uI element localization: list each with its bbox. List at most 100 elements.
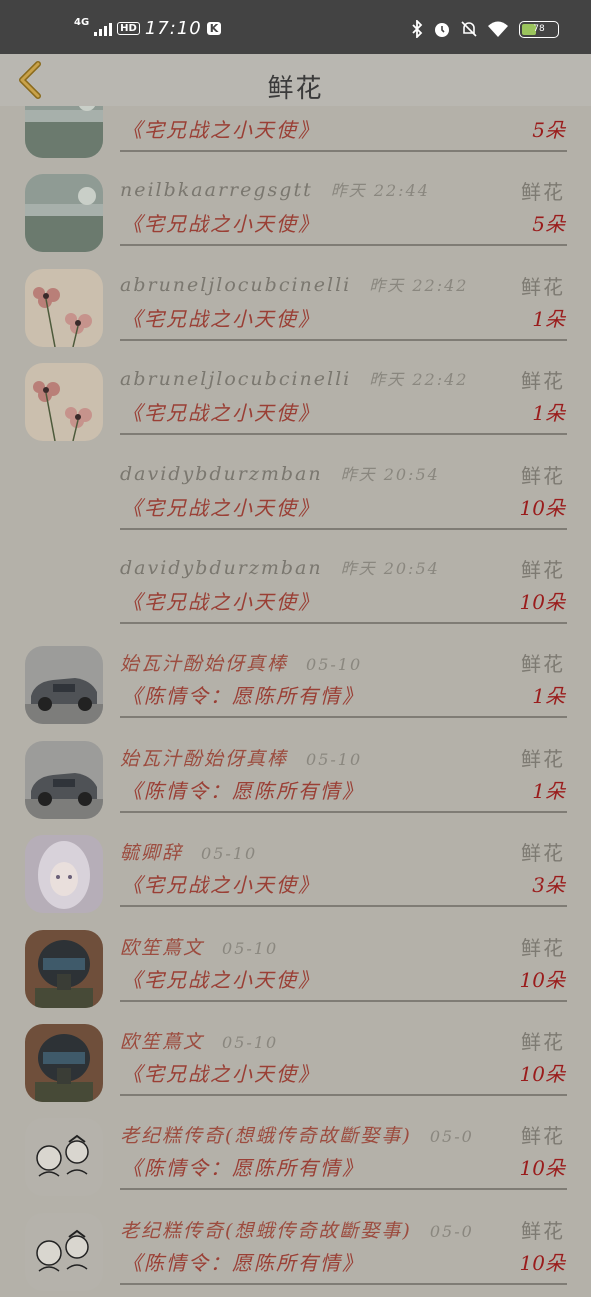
sender-name[interactable]: 欧笙蔦文 — [120, 1031, 204, 1053]
avatar[interactable] — [25, 835, 103, 913]
gift-type: 鲜花 — [521, 464, 565, 488]
sender-line: 老纪糕传奇(想蛾传奇故斷娶事) 05-0 — [120, 1121, 567, 1149]
sender-line: 始瓦汁酚始伢真棒 05-10 — [120, 744, 567, 772]
work-title-link[interactable]: 《宅兄战之小天使》 — [122, 869, 320, 898]
sender-name[interactable]: abruneljlocubcinelli — [120, 274, 351, 296]
gift-type: 鲜花 — [521, 936, 565, 960]
send-time: 05-10 — [306, 655, 363, 674]
send-time: 05-10 — [222, 1033, 279, 1052]
page-title: 鲜花 — [267, 74, 324, 104]
gift-count: 10朵 — [519, 496, 565, 520]
gift-count: 10朵 — [519, 1156, 565, 1180]
gift-count: 10朵 — [519, 1062, 565, 1086]
gift-type: 鲜花 — [521, 1124, 565, 1148]
row-divider — [120, 1283, 567, 1285]
wifi-icon — [488, 21, 508, 37]
avatar[interactable] — [25, 1213, 103, 1291]
avatar[interactable] — [25, 363, 103, 441]
sender-name[interactable]: davidybdurzmban — [120, 463, 323, 485]
gift-row[interactable]: 老纪糕传奇(想蛾传奇故斷娶事) 05-0 鲜花《陈情令：愿陈所有情》 10朵 — [0, 1108, 591, 1202]
sender-line: neilbkaarregsgtt 昨天 22:44 — [120, 177, 567, 205]
row-divider — [120, 150, 567, 152]
send-time: 昨天 22:42 — [369, 370, 469, 389]
gift-count: 5朵 — [532, 212, 565, 236]
sender-name[interactable]: 老纪糕传奇(想蛾传奇故斷娶事) — [120, 1220, 412, 1242]
work-title-link[interactable]: 《宅兄战之小天使》 — [122, 492, 320, 521]
gift-row[interactable]: davidybdurzmban 昨天 20:54 鲜花《宅兄战之小天使》 10朵 — [0, 542, 591, 636]
sender-name[interactable]: 老纪糕传奇(想蛾传奇故斷娶事) — [120, 1125, 412, 1147]
gift-count: 10朵 — [519, 590, 565, 614]
sender-line: 欧笙蔦文 05-10 — [120, 933, 567, 961]
send-time: 05-10 — [306, 750, 363, 769]
work-title-link[interactable]: 《陈情令：愿陈所有情》 — [122, 1247, 364, 1276]
work-title-link[interactable]: 《陈情令：愿陈所有情》 — [122, 775, 364, 804]
gift-row[interactable]: neilbkaarregsgtt 昨天 22:44 鲜花 《宅兄战之小天使》 5朵 — [0, 164, 591, 258]
work-title-link[interactable]: 《宅兄战之小天使》 — [122, 114, 320, 143]
alarm-icon — [435, 23, 449, 37]
status-left: 4G HD 17:10 K — [74, 17, 222, 39]
work-title-link[interactable]: 《宅兄战之小天使》 — [122, 964, 320, 993]
gift-row[interactable]: abruneljlocubcinelli 昨天 22:42 鲜花 《宅兄战之小天使》 1… — [0, 353, 591, 447]
sender-name[interactable]: 欧笙蔦文 — [120, 937, 204, 959]
sender-name[interactable]: 毓卿辞 — [120, 842, 183, 864]
avatar[interactable] — [25, 174, 103, 252]
avatar[interactable] — [25, 741, 103, 819]
gift-count: 3朵 — [532, 873, 565, 897]
work-title-link[interactable]: 《宅兄战之小天使》 — [122, 303, 320, 332]
bluetooth-icon — [412, 20, 423, 38]
gift-row[interactable]: 始瓦汁酚始伢真棒 05-10 鲜花 《陈情令：愿陈所有情》 1朵 — [0, 636, 591, 730]
gift-count: 1朵 — [532, 779, 565, 803]
sender-name[interactable]: abruneljlocubcinelli — [120, 368, 351, 390]
gift-count: 10朵 — [519, 1251, 565, 1275]
clock: 17:10 — [144, 18, 202, 39]
send-time: 昨天 22:42 — [369, 276, 469, 295]
gift-row[interactable]: 老纪糕传奇(想蛾传奇故斷娶事) 05-0 鲜花 《陈情令：愿陈所有情》 10朵 — [0, 1203, 591, 1297]
send-time: 昨天 22:44 — [330, 181, 430, 200]
gift-row[interactable]: 始瓦汁酚始伢真棒 05-10 鲜花《陈情令：愿陈所有情》 1朵 — [0, 731, 591, 825]
mute-bell-icon — [461, 21, 477, 37]
gift-count: 1朵 — [532, 307, 565, 331]
row-divider — [120, 1094, 567, 1096]
gift-row[interactable]: abruneljlocubcinelli 昨天 22:42 鲜花《宅兄战之小天使》 1… — [0, 259, 591, 353]
avatar[interactable] — [25, 646, 103, 724]
gift-row[interactable]: 欧笙蔦文 05-10 鲜花 《宅兄战之小天使》 10朵 — [0, 1014, 591, 1108]
gift-count: 1朵 — [532, 684, 565, 708]
gift-type: 鲜花 — [521, 747, 565, 771]
avatar[interactable] — [25, 1118, 103, 1196]
sender-line: 始瓦汁酚始伢真棒 05-10 — [120, 649, 567, 677]
work-title-link[interactable]: 《宅兄战之小天使》 — [122, 1058, 320, 1087]
sender-line: davidybdurzmban 昨天 20:54 — [120, 555, 567, 583]
work-title-link[interactable]: 《宅兄战之小天使》 — [122, 586, 320, 615]
sender-name[interactable]: neilbkaarregsgtt — [120, 179, 313, 201]
avatar[interactable] — [25, 930, 103, 1008]
gift-row[interactable]: 毓卿辞 05-10 鲜花 《宅兄战之小天使》 3朵 — [0, 825, 591, 919]
sender-line: abruneljlocubcinelli 昨天 22:42 — [120, 272, 567, 300]
sender-name[interactable]: 始瓦汁酚始伢真棒 — [120, 748, 288, 770]
status-bar: 4G HD 17:10 K 78 — [0, 0, 591, 54]
row-divider — [120, 528, 567, 530]
work-title-link[interactable]: 《陈情令：愿陈所有情》 — [122, 680, 364, 709]
hd-badge: HD — [117, 22, 140, 35]
gift-type: 鲜花 — [521, 275, 565, 299]
avatar[interactable] — [25, 1024, 103, 1102]
work-title-link[interactable]: 《宅兄战之小天使》 — [122, 397, 320, 426]
sender-name[interactable]: davidybdurzmban — [120, 557, 323, 579]
send-time: 05-10 — [222, 939, 279, 958]
avatar[interactable] — [25, 269, 103, 347]
gift-type: 鲜花 — [521, 841, 565, 865]
send-time: 昨天 20:54 — [340, 465, 440, 484]
battery-icon: 78 — [519, 20, 559, 38]
top-bar: 鲜花 — [0, 54, 591, 106]
gift-row[interactable]: davidybdurzmban 昨天 20:54 鲜花《宅兄战之小天使》 10朵 — [0, 448, 591, 542]
battery-level: 78 — [533, 23, 545, 34]
work-title-link[interactable]: 《陈情令：愿陈所有情》 — [122, 1152, 364, 1181]
gift-count: 1朵 — [532, 401, 565, 425]
gift-row[interactable]: 欧笙蔦文 05-10 鲜花 《宅兄战之小天使》 10朵 — [0, 920, 591, 1014]
gift-type: 鲜花 — [521, 1219, 565, 1243]
gift-type: 鲜花 — [521, 558, 565, 582]
status-right: 78 — [411, 20, 559, 38]
row-divider — [120, 244, 567, 246]
work-title-link[interactable]: 《宅兄战之小天使》 — [122, 208, 320, 237]
sender-name[interactable]: 始瓦汁酚始伢真棒 — [120, 653, 288, 675]
row-divider — [120, 339, 567, 341]
